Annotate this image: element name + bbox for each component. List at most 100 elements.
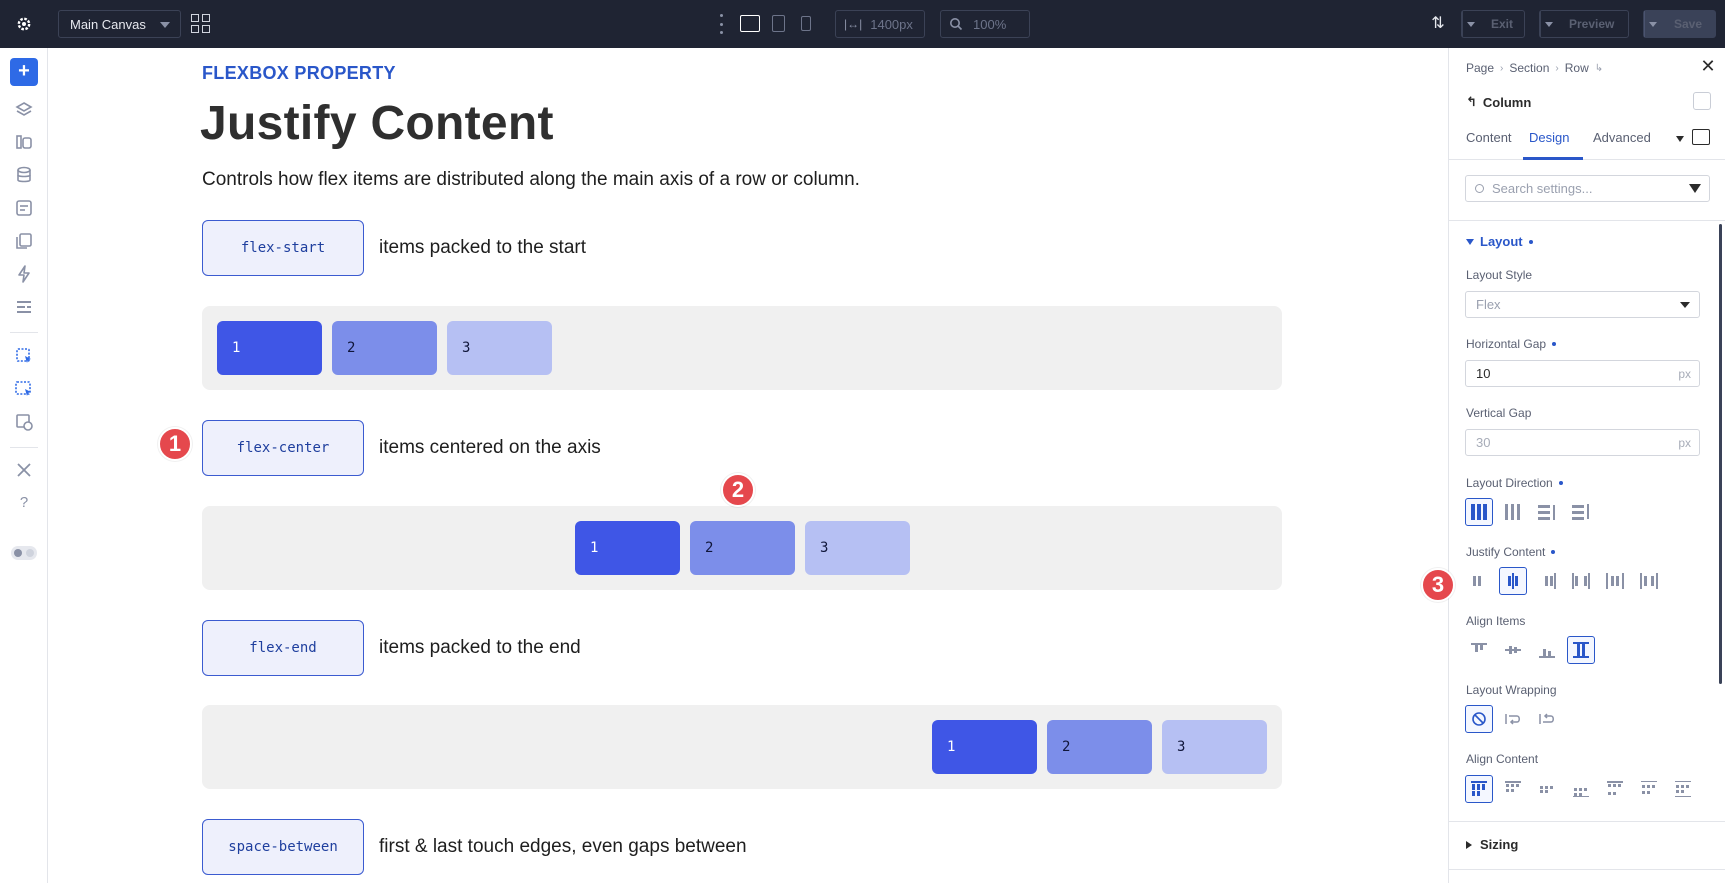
- canvas-width-field[interactable]: |↔| 1400px: [835, 10, 925, 38]
- no-wrap-icon: [1472, 712, 1486, 726]
- align-content-end-option[interactable]: [1567, 775, 1595, 803]
- align-end-option[interactable]: [1533, 636, 1561, 664]
- preview-label: Preview: [1569, 17, 1615, 31]
- layout-style-select[interactable]: Flex: [1465, 291, 1700, 318]
- layout-section-toggle[interactable]: Layout: [1466, 234, 1533, 249]
- vertical-gap-input[interactable]: 30 px: [1465, 429, 1700, 456]
- wrap-reverse-option[interactable]: [1533, 705, 1561, 733]
- canvas-select[interactable]: Main Canvas: [58, 10, 181, 38]
- wrap-option[interactable]: [1499, 705, 1527, 733]
- zoom-field[interactable]: 100%: [940, 10, 1030, 38]
- justify-content-label: Justify Content: [1466, 545, 1556, 559]
- align-content-space-evenly-option[interactable]: [1669, 775, 1697, 803]
- sizing-section-toggle[interactable]: Sizing: [1466, 837, 1518, 852]
- flex-item-2: 2: [332, 321, 437, 375]
- theme-toggle-icon[interactable]: [11, 546, 37, 560]
- panel-scrollbar[interactable]: [1719, 224, 1722, 684]
- database-icon[interactable]: [14, 165, 34, 185]
- exit-dropdown-icon[interactable]: [1463, 11, 1479, 37]
- help-icon[interactable]: ?: [14, 493, 34, 513]
- exit-button[interactable]: Exit: [1461, 10, 1525, 38]
- horizontal-gap-input[interactable]: 10 px: [1465, 360, 1700, 387]
- flex-item-3: 3: [1162, 720, 1267, 774]
- form-icon[interactable]: [14, 198, 34, 218]
- responsive-icon[interactable]: [14, 412, 34, 432]
- no-wrap-option[interactable]: [1465, 705, 1493, 733]
- settings-search-input[interactable]: Search settings...: [1465, 175, 1710, 202]
- align-end-icon: [1538, 642, 1556, 658]
- more-vertical-icon[interactable]: [718, 14, 724, 34]
- align-content-end-icon: [1572, 781, 1590, 797]
- justify-end-option[interactable]: [1533, 567, 1561, 595]
- justify-start-option[interactable]: [1465, 567, 1493, 595]
- layout-section-title: Layout: [1480, 234, 1523, 249]
- modified-dot: [1528, 239, 1533, 244]
- filter-icon[interactable]: [1689, 184, 1701, 193]
- flex-item-3: 3: [447, 321, 552, 375]
- flex-item-1: 1: [217, 321, 322, 375]
- justify-center-option[interactable]: [1499, 567, 1527, 595]
- sections-icon[interactable]: [14, 297, 34, 317]
- more-tabs-chevron-icon[interactable]: [1676, 136, 1684, 142]
- back-arrow-icon[interactable]: ↰: [1466, 94, 1477, 110]
- align-center-icon: [1504, 642, 1522, 658]
- preview-dropdown-icon[interactable]: [1541, 11, 1557, 37]
- justify-space-between-option[interactable]: [1567, 567, 1595, 595]
- pages-icon[interactable]: [14, 231, 34, 251]
- align-content-space-around-option[interactable]: [1635, 775, 1663, 803]
- justify-space-evenly-option[interactable]: [1635, 567, 1663, 595]
- unit-label[interactable]: px: [1678, 367, 1691, 381]
- direction-column-option[interactable]: [1533, 498, 1561, 526]
- align-center-option[interactable]: [1499, 636, 1527, 664]
- tab-content[interactable]: Content: [1466, 130, 1512, 145]
- tab-design[interactable]: Design: [1529, 130, 1569, 145]
- align-stretch-icon: [1572, 642, 1590, 658]
- divider: [1449, 220, 1725, 221]
- breadcrumb-section[interactable]: Section: [1509, 61, 1549, 75]
- sort-arrows-icon[interactable]: ⇅: [1428, 14, 1448, 34]
- lightning-icon[interactable]: [14, 264, 34, 284]
- align-start-option[interactable]: [1465, 636, 1493, 664]
- align-content-stretch-option[interactable]: [1465, 775, 1493, 803]
- panel-options-icon[interactable]: [1693, 92, 1711, 110]
- save-dropdown-icon[interactable]: [1645, 11, 1661, 37]
- align-content-space-between-option[interactable]: [1601, 775, 1629, 803]
- library-icon[interactable]: [14, 132, 34, 152]
- search-icon: [1475, 184, 1484, 193]
- align-content-space-between-icon: [1606, 781, 1624, 797]
- grid-view-icon[interactable]: [191, 14, 211, 34]
- direction-row-reverse-option[interactable]: [1499, 498, 1527, 526]
- preset-icon[interactable]: [1692, 129, 1710, 145]
- direction-column-reverse-option[interactable]: [1567, 498, 1595, 526]
- unit-label[interactable]: px: [1678, 436, 1691, 450]
- justify-space-around-option[interactable]: [1601, 567, 1629, 595]
- align-content-center-option[interactable]: [1533, 775, 1561, 803]
- preview-button[interactable]: Preview: [1539, 10, 1629, 38]
- layers-icon[interactable]: [14, 100, 34, 120]
- element-title: ↰ Column: [1466, 94, 1531, 110]
- direction-row-reverse-icon: [1504, 504, 1522, 520]
- close-icon[interactable]: ✕: [1700, 57, 1716, 75]
- desktop-view-icon[interactable]: [740, 15, 760, 32]
- select-parent-icon[interactable]: [14, 379, 34, 399]
- tab-advanced[interactable]: Advanced: [1593, 130, 1651, 145]
- align-content-start-option[interactable]: [1499, 775, 1527, 803]
- tablet-view-icon[interactable]: [772, 15, 785, 32]
- caret-down-icon: [1466, 238, 1474, 245]
- add-element-button[interactable]: +: [10, 58, 38, 86]
- chevron-down-icon: [1680, 302, 1690, 308]
- align-stretch-option[interactable]: [1567, 636, 1595, 664]
- vertical-gap-value: 30: [1476, 435, 1491, 450]
- flex-start-demo-track: 1 2 3: [202, 306, 1282, 390]
- tools-icon[interactable]: [14, 460, 34, 480]
- direction-row-option[interactable]: [1465, 498, 1493, 526]
- divider: [1449, 869, 1725, 870]
- phone-view-icon[interactable]: [801, 16, 811, 31]
- settings-gear-icon[interactable]: [0, 0, 48, 48]
- breadcrumb-page[interactable]: Page: [1466, 61, 1494, 75]
- select-element-icon[interactable]: [14, 346, 34, 366]
- breadcrumb-row[interactable]: Row: [1565, 61, 1589, 75]
- zoom-search-icon: [950, 18, 963, 31]
- desc-flex-end: items packed to the end: [379, 637, 581, 658]
- save-button[interactable]: Save: [1643, 10, 1716, 38]
